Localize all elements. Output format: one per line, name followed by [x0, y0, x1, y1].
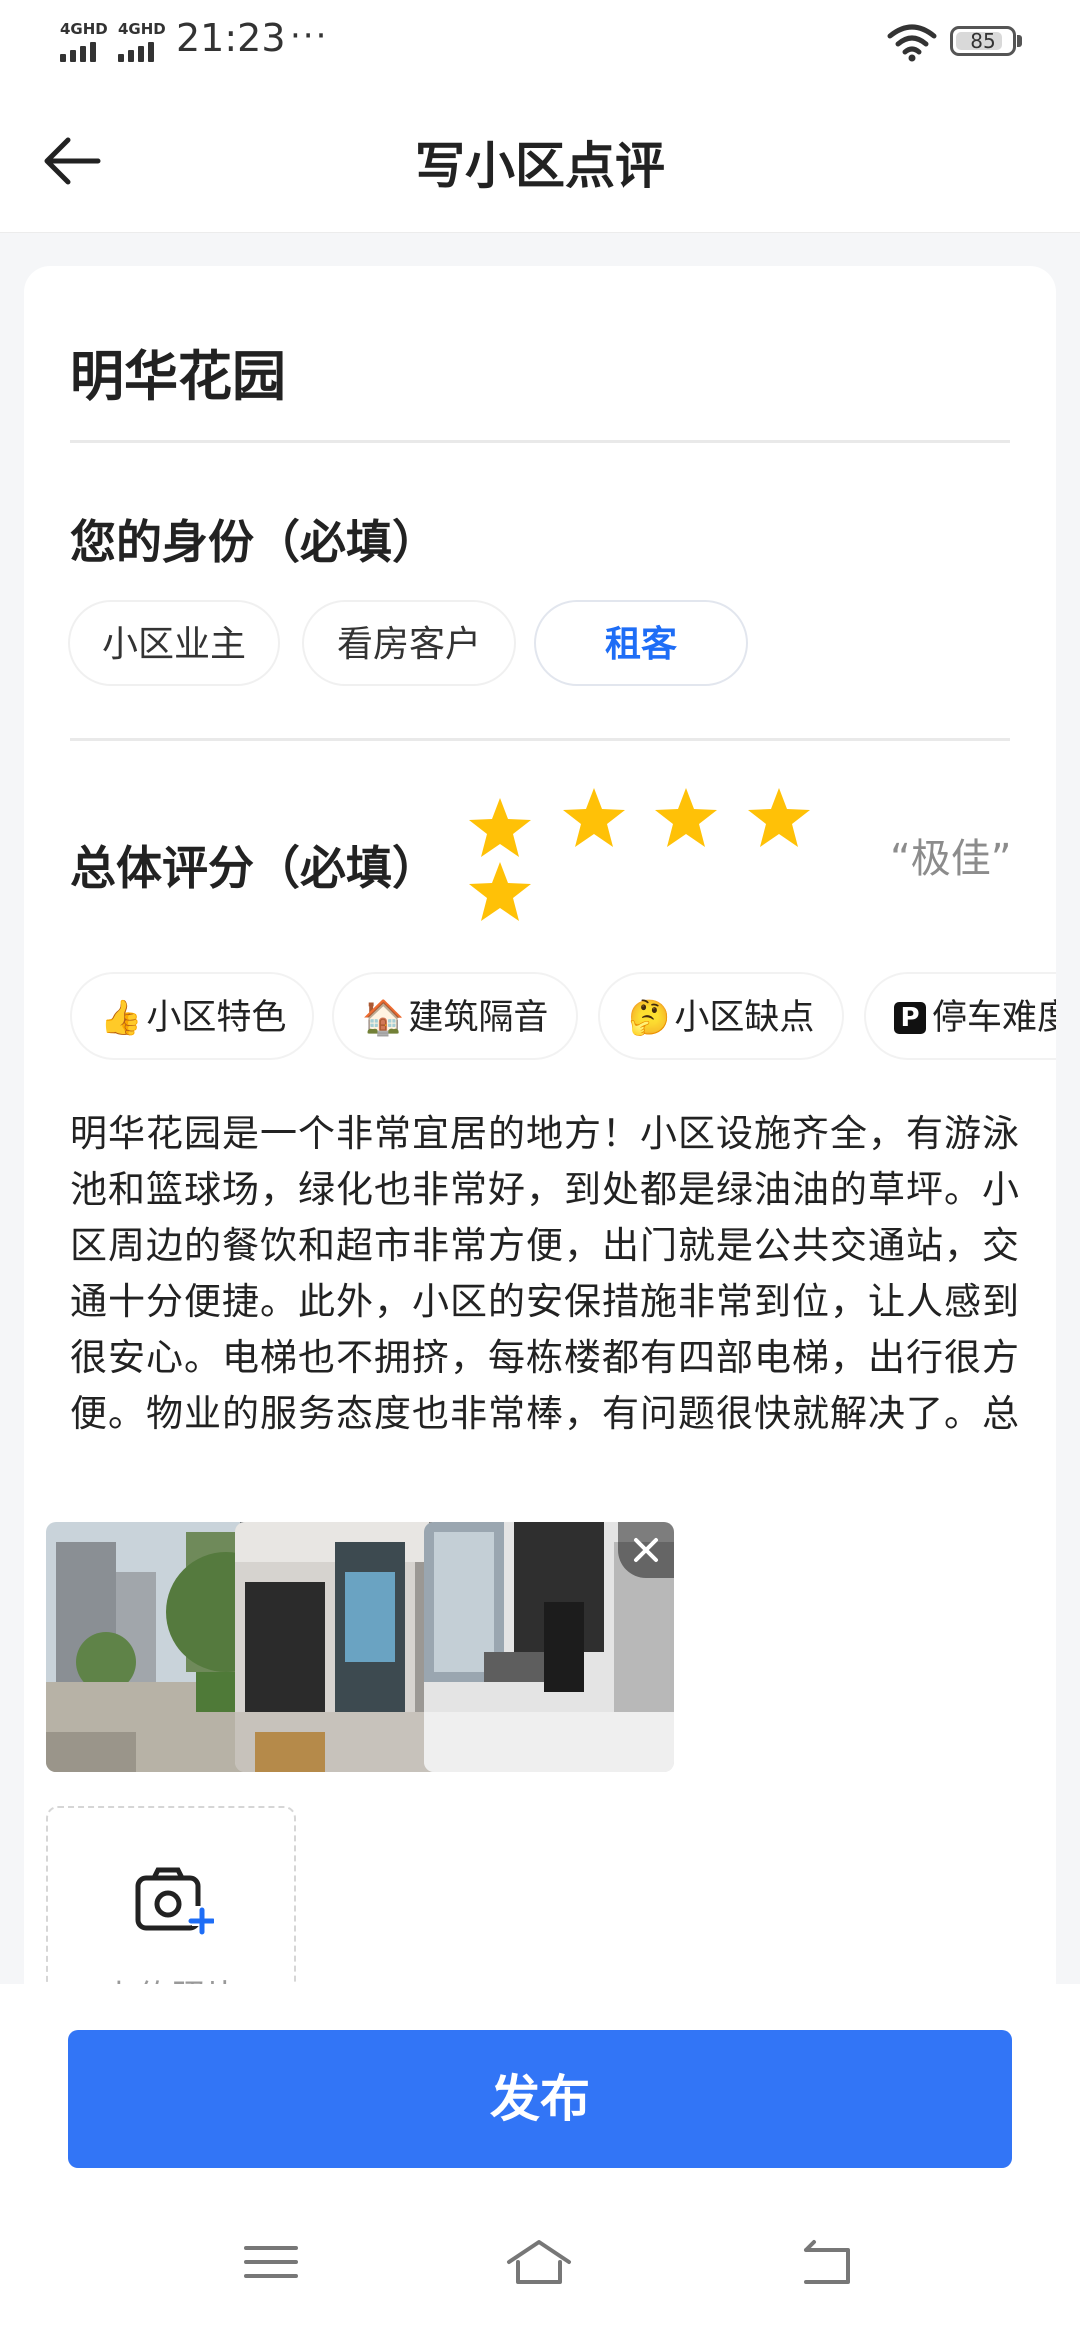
app-header: 写小区点评	[0, 90, 1080, 233]
home-icon[interactable]	[504, 2232, 574, 2292]
page-title: 写小区点评	[415, 137, 665, 195]
house-icon: 🏠	[362, 998, 405, 1038]
divider	[70, 440, 1010, 443]
star-icon[interactable]	[653, 786, 719, 850]
battery-tip	[1017, 35, 1022, 47]
star-icon[interactable]	[746, 786, 812, 850]
tag-label: 停车难度	[932, 998, 1056, 1038]
remove-photo-button[interactable]	[618, 1522, 674, 1578]
menu-icon[interactable]	[236, 2232, 306, 2292]
thumbs-up-icon: 👍	[100, 998, 143, 1038]
star-icon[interactable]	[467, 860, 533, 924]
tag-soundproofing[interactable]: 🏠 建筑隔音	[332, 972, 578, 1060]
wifi-icon	[887, 24, 937, 62]
thinking-face-icon: 🤔	[628, 998, 671, 1038]
tag-label: 小区特色	[146, 998, 287, 1038]
back-icon[interactable]	[790, 2232, 860, 2292]
identity-title: 您的身份（必填）	[70, 515, 438, 569]
more-notifications-icon: ···	[290, 16, 329, 56]
battery-icon: 85	[950, 26, 1016, 56]
identity-option-owner[interactable]: 小区业主	[68, 600, 280, 686]
battery-percent: 85	[970, 29, 996, 53]
status-bar: 4GHD 4GHD 21:23 ··· 85	[0, 0, 1080, 90]
close-icon	[634, 1538, 658, 1562]
signal-bars-icon	[60, 40, 104, 62]
bottom-action-area: 发布	[0, 1984, 1080, 2340]
divider	[70, 738, 1010, 741]
network-type-2: 4GHD	[118, 20, 166, 38]
star-icon[interactable]	[561, 786, 627, 850]
tag-label: 小区缺点	[674, 998, 815, 1038]
identity-option-visitor[interactable]: 看房客户	[302, 600, 516, 686]
tag-parking[interactable]: P 停车难度	[864, 972, 1056, 1060]
tag-label: 建筑隔音	[408, 998, 549, 1038]
tag-drawbacks[interactable]: 🤔 小区缺点	[598, 972, 844, 1060]
review-form-card: 明华花园 您的身份（必填） 小区业主 看房客户 租客 总体评分（必填） “极佳”…	[24, 266, 1056, 2056]
photo-thumbnail-3[interactable]	[424, 1522, 674, 1772]
review-text[interactable]: 明华花园是一个非常宜居的地方！小区设施齐全，有游泳池和篮球场，绿化也非常好，到处…	[70, 1106, 1030, 1450]
signal-bars-icon	[118, 40, 162, 62]
tag-features[interactable]: 👍 小区特色	[70, 972, 314, 1060]
network-type-1: 4GHD	[60, 20, 108, 38]
tag-row: 👍 小区特色 🏠 建筑隔音 🤔 小区缺点 P 停车难度	[24, 972, 1056, 1062]
rating-title: 总体评分（必填）	[70, 841, 438, 895]
rating-label: “极佳”	[890, 836, 1012, 882]
publish-button[interactable]: 发布	[68, 2030, 1012, 2168]
status-time: 21:23	[176, 16, 286, 60]
star-icon[interactable]	[467, 796, 533, 860]
parking-icon: P	[894, 1002, 926, 1034]
community-name: 明华花园	[70, 345, 286, 408]
identity-option-tenant[interactable]: 租客	[534, 600, 748, 686]
star-rating[interactable]	[467, 786, 867, 936]
camera-plus-icon	[135, 1867, 214, 1935]
